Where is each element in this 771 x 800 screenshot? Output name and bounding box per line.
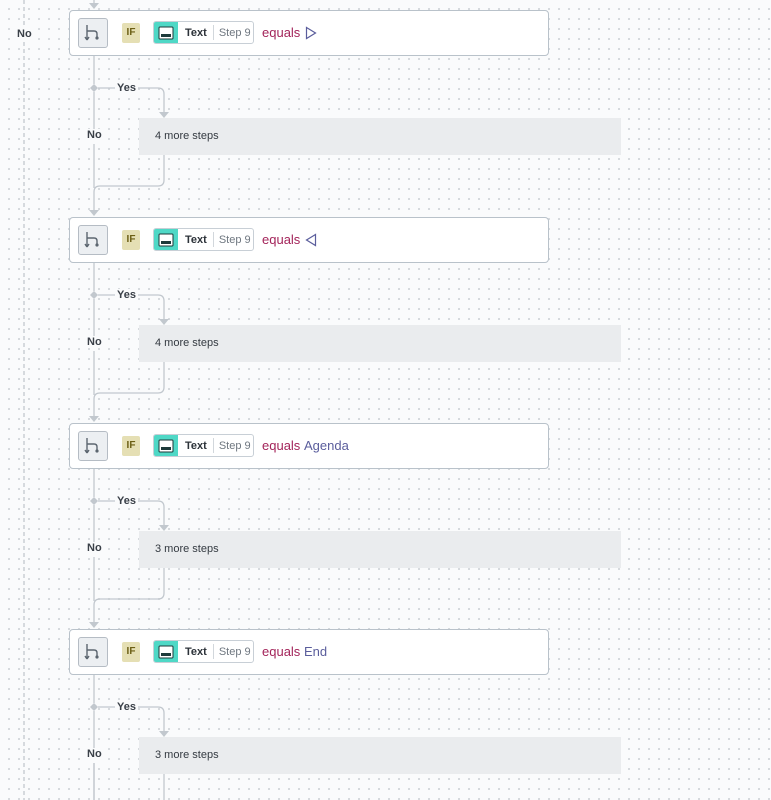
triangle-left-icon (305, 233, 317, 252)
step-reference: Step 9 (218, 645, 251, 658)
collapsed-steps[interactable]: 4 more steps (139, 118, 621, 155)
formatter-app-icon (154, 435, 178, 456)
step-reference: Step 9 (218, 439, 251, 452)
if-condition-step[interactable]: IF Text Step 9 equals (69, 217, 549, 263)
triangle-right-icon (305, 26, 317, 45)
branch-icon (78, 18, 108, 48)
outer-no-label: No (15, 28, 34, 40)
condition-operator: equals (262, 25, 301, 40)
condition-operator: equals (262, 232, 301, 247)
field-pill[interactable]: Text Step 9 (153, 21, 254, 44)
if-badge: IF (122, 436, 140, 456)
step-reference: Step 9 (218, 26, 251, 39)
no-label: No (85, 129, 104, 141)
condition-value: End (304, 644, 328, 659)
field-pill[interactable]: Text Step 9 (153, 434, 254, 457)
formatter-app-icon (154, 22, 178, 43)
field-name: Text (185, 439, 207, 452)
yes-label: Yes (115, 701, 138, 713)
no-label: No (85, 336, 104, 348)
if-badge: IF (122, 230, 140, 250)
yes-label: Yes (115, 495, 138, 507)
step-reference: Step 9 (218, 233, 251, 246)
formatter-app-icon (154, 641, 178, 662)
condition-value: Agenda (304, 438, 349, 453)
branch-icon (78, 225, 108, 255)
collapsed-steps[interactable]: 3 more steps (139, 531, 621, 568)
if-condition-step[interactable]: IF Text Step 9 equals (69, 10, 549, 56)
yes-label: Yes (115, 289, 138, 301)
if-badge: IF (122, 642, 140, 662)
condition-operator: equals (262, 438, 301, 453)
field-name: Text (185, 233, 207, 246)
branch-icon (78, 637, 108, 667)
field-pill[interactable]: Text Step 9 (153, 640, 254, 663)
collapsed-steps[interactable]: 4 more steps (139, 325, 621, 362)
if-condition-step[interactable]: IF Text Step 9 equals Agenda (69, 423, 549, 469)
field-name: Text (185, 645, 207, 658)
formatter-app-icon (154, 229, 178, 250)
workflow-canvas: No IF Text Step 9 equals Yes No 4 more s… (0, 0, 771, 800)
no-label: No (85, 542, 104, 554)
field-pill[interactable]: Text Step 9 (153, 228, 254, 251)
field-name: Text (185, 26, 207, 39)
if-condition-step[interactable]: IF Text Step 9 equals End (69, 629, 549, 675)
if-badge: IF (122, 23, 140, 43)
yes-label: Yes (115, 82, 138, 94)
condition-operator: equals (262, 644, 301, 659)
no-label: No (85, 748, 104, 760)
branch-icon (78, 431, 108, 461)
collapsed-steps[interactable]: 3 more steps (139, 737, 621, 774)
